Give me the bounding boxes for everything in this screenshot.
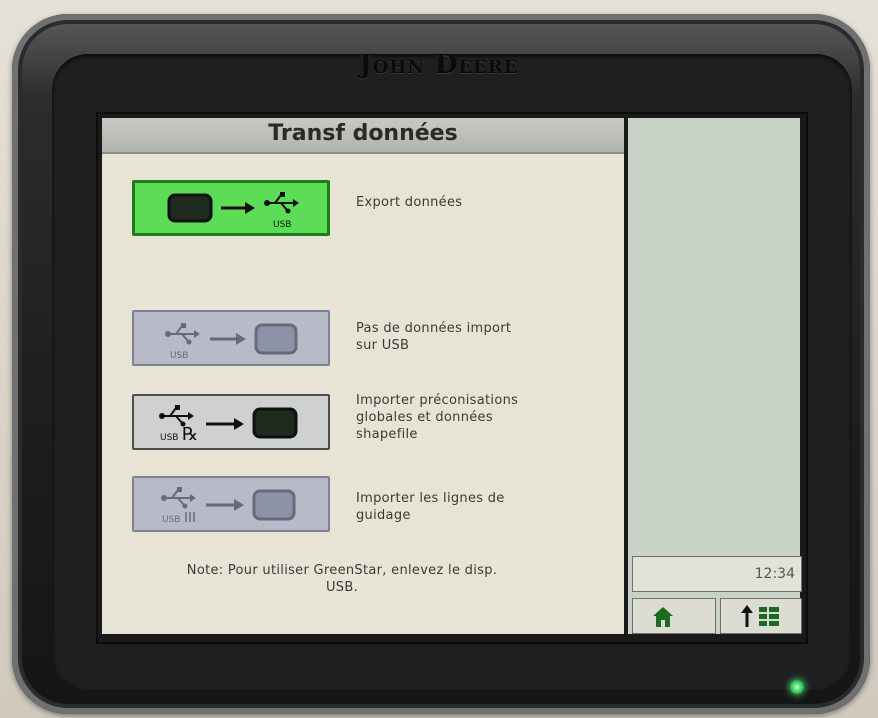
brand-logo: John Deere	[359, 50, 519, 80]
page-title: Transf données	[268, 121, 458, 146]
label-line: Importer préconisations	[356, 393, 519, 408]
import-guidance-lines-button[interactable]: USB	[132, 476, 330, 532]
svg-text:℞: ℞	[182, 424, 198, 445]
label-line: shapefile	[356, 427, 418, 442]
display-to-usb-icon: USB	[167, 192, 299, 230]
label-line: Importer les lignes de	[356, 491, 505, 506]
import-prescriptions-label: Importer préconisations globales et donn…	[356, 392, 518, 443]
label-line: Export données	[356, 195, 463, 210]
title-bar: Transf données	[102, 118, 624, 154]
svg-text:USB: USB	[273, 220, 291, 230]
export-data-label: Export données	[356, 194, 462, 211]
home-icon	[653, 607, 673, 627]
usb-to-display-icon: USB	[165, 323, 298, 361]
side-panel: 12:34	[628, 118, 802, 634]
label-line: globales et données	[356, 410, 493, 425]
note-line: USB.	[325, 580, 359, 595]
usb-prescription-to-display-icon: USB ℞	[159, 405, 298, 445]
svg-text:USB: USB	[170, 351, 188, 361]
usb-guidance-to-display-icon: USB	[161, 487, 296, 525]
clock-display: 12:34	[632, 556, 802, 592]
power-led	[790, 680, 804, 694]
display-screen: Transf données USB Export données USB Pa…	[96, 112, 808, 644]
export-data-button[interactable]: USB	[132, 180, 330, 236]
main-panel: Transf données USB Export données USB Pa…	[102, 118, 624, 634]
home-button[interactable]	[632, 598, 716, 634]
up-arrow-menu-icon	[741, 605, 779, 627]
label-line: Pas de données import	[356, 321, 512, 336]
no-import-data-label: Pas de données import sur USB	[356, 320, 511, 354]
svg-text:USB: USB	[160, 433, 178, 443]
import-prescriptions-button[interactable]: USB ℞	[132, 394, 330, 450]
import-guidance-lines-label: Importer les lignes de guidage	[356, 490, 505, 524]
note-line: Note: Pour utiliser GreenStar, enlevez l…	[186, 563, 498, 578]
no-import-data-button[interactable]: USB	[132, 310, 330, 366]
menu-button[interactable]	[720, 598, 802, 634]
svg-text:USB: USB	[162, 515, 180, 525]
usb-removal-note: Note: Pour utiliser GreenStar, enlevez l…	[122, 562, 562, 596]
label-line: guidage	[356, 508, 411, 523]
label-line: sur USB	[356, 338, 410, 353]
